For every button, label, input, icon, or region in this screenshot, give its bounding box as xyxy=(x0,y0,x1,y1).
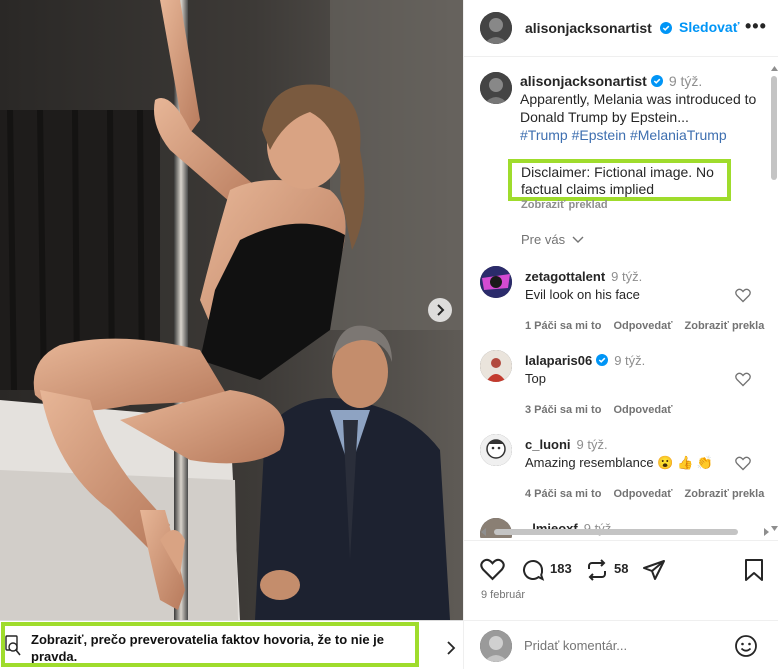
comments-scroll-area[interactable]: alisonjacksonartist 9 týž. Apparently, Me… xyxy=(464,58,778,538)
caption-avatar[interactable] xyxy=(480,72,512,104)
comment-item: c_luoni 9 týž. Amazing resemblance 😮 👍 👏 … xyxy=(480,434,778,512)
add-comment-bar xyxy=(464,620,778,669)
comment-item: lalaparis06 9 týž. Top 3 Páči sa mi to Odp… xyxy=(480,350,778,428)
post-caption: alisonjacksonartist 9 týž. Apparently, Me… xyxy=(520,72,760,144)
comment-avatar[interactable] xyxy=(480,350,512,382)
author-name-row: alisonjacksonartist xyxy=(525,20,672,36)
post-sidebar: alisonjacksonartist Sledovať ••• alisonj… xyxy=(463,0,778,669)
comment-actions: 4 Páči sa mi to Odpovedať Zobraziť prekla xyxy=(525,488,776,500)
comment-username[interactable]: lalaparis06 xyxy=(525,353,592,368)
comment-actions: 3 Páči sa mi to Odpovedať xyxy=(525,404,685,416)
comment-username[interactable]: zetagottalent xyxy=(525,269,605,284)
fact-check-icon xyxy=(5,635,21,656)
send-icon[interactable] xyxy=(642,558,666,582)
comment-time: 9 týž. xyxy=(611,269,643,284)
chevron-right-icon[interactable] xyxy=(446,640,456,656)
more-options-button[interactable]: ••• xyxy=(745,16,767,37)
post-image xyxy=(0,0,463,620)
post-header: alisonjacksonartist Sledovať ••• xyxy=(464,0,778,57)
comment-item: zetagottalent 9 týž. Evil look on his fac… xyxy=(480,266,778,344)
comment-likes[interactable]: 4 Páči sa mi to xyxy=(525,488,601,500)
comment-reply-button[interactable]: Odpovedať xyxy=(613,320,672,332)
verified-badge-icon xyxy=(650,75,663,87)
author-avatar[interactable] xyxy=(480,12,512,44)
add-comment-input[interactable] xyxy=(524,638,724,653)
caption-time: 9 týž. xyxy=(668,73,703,89)
bookmark-icon[interactable] xyxy=(744,558,764,582)
comment-avatar[interactable] xyxy=(480,434,512,466)
repost-icon[interactable] xyxy=(585,558,609,582)
caption-username[interactable]: alisonjacksonartist xyxy=(520,73,647,89)
caption-hashtags[interactable]: #Trump #Epstein #MelaniaTrump xyxy=(520,127,727,143)
post-date: 9 február xyxy=(481,589,526,601)
verified-badge-icon xyxy=(596,354,609,366)
comment-count: 183 xyxy=(550,561,572,576)
heart-icon[interactable] xyxy=(735,456,751,471)
comment-translate-link[interactable]: Zobraziť prekla xyxy=(685,320,765,332)
author-username[interactable]: alisonjacksonartist xyxy=(525,20,652,36)
comment-actions: 1 Páči sa mi to Odpovedať Zobraziť prekla xyxy=(525,320,776,332)
vertical-scrollbar-thumb[interactable] xyxy=(771,76,777,180)
comment-reply-button[interactable]: Odpovedať xyxy=(613,404,672,416)
post-photo[interactable] xyxy=(0,0,463,620)
for-you-toggle[interactable]: Pre vás xyxy=(521,232,584,247)
comment-likes[interactable]: 1 Páči sa mi to xyxy=(525,320,601,332)
see-translation-link[interactable]: Zobraziť preklad xyxy=(521,199,608,211)
heart-icon[interactable] xyxy=(735,372,751,387)
caption-text: Apparently, Melania was introduced to Do… xyxy=(520,91,757,125)
heart-icon[interactable] xyxy=(735,288,751,303)
comment-time: 9 týž. xyxy=(576,437,608,452)
heart-icon[interactable] xyxy=(480,558,505,581)
comment-avatar[interactable] xyxy=(480,266,512,298)
comment-username[interactable]: c_luoni xyxy=(525,437,571,452)
verified-badge-icon xyxy=(659,22,672,34)
post-media: Zobraziť, prečo preverovatelia faktov ho… xyxy=(0,0,463,669)
chevron-down-icon xyxy=(572,236,584,243)
emoji-icon[interactable] xyxy=(734,634,758,658)
for-you-label: Pre vás xyxy=(521,232,566,247)
comment-time: 9 týž. xyxy=(614,353,646,368)
comment-reply-button[interactable]: Odpovedať xyxy=(613,488,672,500)
post-actions-bar: 183 58 9 február xyxy=(464,540,778,620)
disclaimer-text: Disclaimer: Fictional image. No factual … xyxy=(521,164,714,197)
current-user-avatar xyxy=(480,630,512,662)
follow-button[interactable]: Sledovať xyxy=(679,19,739,35)
share-count: 58 xyxy=(614,561,629,576)
horizontal-scrollbar-thumb[interactable] xyxy=(494,529,738,535)
factcheck-text[interactable]: Zobraziť, prečo preverovatelia faktov ho… xyxy=(31,631,411,665)
comment-icon[interactable] xyxy=(521,558,545,582)
chevron-right-icon xyxy=(437,304,445,316)
next-image-button[interactable] xyxy=(428,298,452,322)
comment-translate-link[interactable]: Zobraziť prekla xyxy=(685,488,765,500)
comment-likes[interactable]: 3 Páči sa mi to xyxy=(525,404,601,416)
